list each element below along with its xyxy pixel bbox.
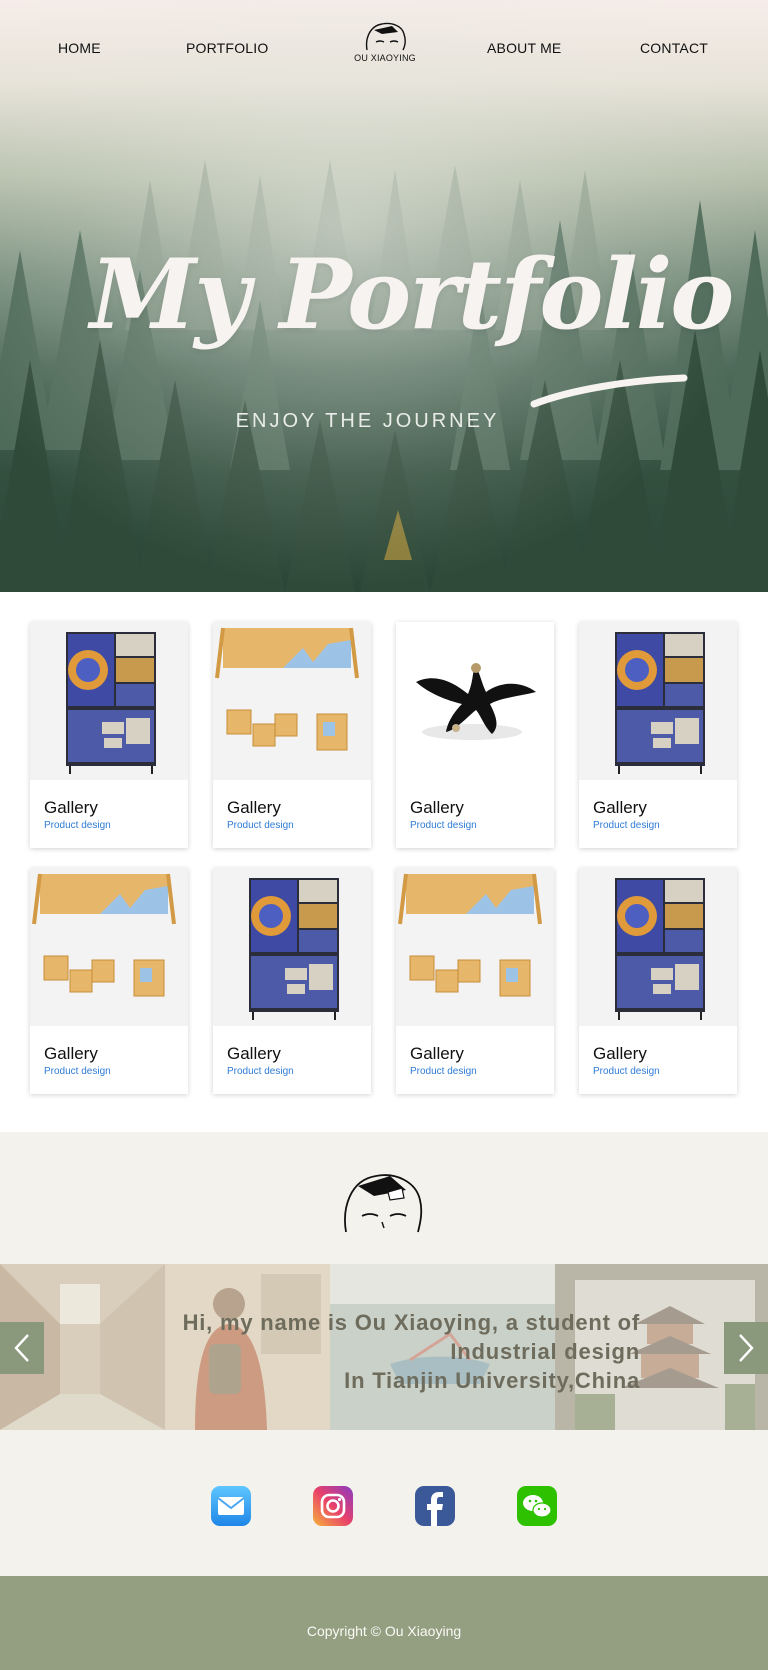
card-subtitle[interactable]: Product design — [227, 820, 294, 831]
instagram-icon[interactable] — [313, 1486, 353, 1526]
wechat-icon[interactable] — [517, 1486, 557, 1526]
intro-line: In Tianjin University,China — [344, 1368, 640, 1393]
gallery-card[interactable]: Gallery Product design — [396, 622, 554, 848]
face-sketch-icon — [365, 22, 406, 51]
gallery-card[interactable]: Gallery Product design — [30, 622, 188, 848]
slider-prev-button[interactable] — [0, 1322, 44, 1374]
nav-about-me[interactable]: ABOUT ME — [487, 40, 561, 56]
card-subtitle[interactable]: Product design — [593, 820, 660, 831]
hero-banner: HOME PORTFOLIO ABOUT ME CONTACT OU XIAOY… — [0, 0, 768, 592]
cabinet-thumbnail — [579, 622, 737, 780]
card-title: Gallery — [410, 1044, 464, 1063]
social-links — [0, 1486, 768, 1530]
card-title: Gallery — [227, 798, 281, 817]
shelf-thumbnail — [30, 868, 188, 1026]
gallery-card[interactable]: Gallery Product design — [213, 868, 371, 1094]
card-title: Gallery — [410, 798, 464, 817]
card-subtitle[interactable]: Product design — [44, 1066, 111, 1077]
card-title: Gallery — [227, 1044, 281, 1063]
shelf-thumbnail — [396, 868, 554, 1026]
gallery-card[interactable]: Gallery Product design — [579, 868, 737, 1094]
card-title: Gallery — [593, 798, 647, 817]
facebook-icon[interactable] — [415, 1486, 455, 1526]
copyright-text: Copyright © Ou Xiaoying — [306, 1623, 462, 1639]
card-subtitle[interactable]: Product design — [410, 820, 477, 831]
sculpture-thumbnail — [396, 622, 554, 780]
avatar-sketch-icon — [344, 1174, 423, 1233]
nav-home[interactable]: HOME — [58, 40, 101, 56]
brush-swoosh-decoration — [530, 374, 688, 408]
card-title: Gallery — [44, 1044, 98, 1063]
gallery-card[interactable]: Gallery Product design — [579, 622, 737, 848]
card-title: Gallery — [593, 1044, 647, 1063]
card-title: Gallery — [44, 798, 98, 817]
cabinet-thumbnail — [579, 868, 737, 1026]
cabinet-thumbnail — [30, 622, 188, 780]
intro-line: Hi, my name is Ou Xiaoying, a student of — [182, 1310, 640, 1335]
chevron-right-icon — [739, 1334, 754, 1362]
brand-logo[interactable]: OU XIAOYING — [350, 20, 420, 68]
gallery-card[interactable]: Gallery Product design — [213, 622, 371, 848]
footer: Copyright © Ou Xiaoying — [0, 1576, 768, 1670]
card-subtitle[interactable]: Product design — [227, 1066, 294, 1077]
slider-next-button[interactable] — [724, 1322, 768, 1374]
nav-portfolio[interactable]: PORTFOLIO — [186, 40, 268, 56]
cabinet-thumbnail — [213, 868, 371, 1026]
card-subtitle[interactable]: Product design — [410, 1066, 477, 1077]
gallery-card[interactable]: Gallery Product design — [396, 868, 554, 1094]
mail-icon[interactable] — [211, 1486, 251, 1526]
card-subtitle[interactable]: Product design — [593, 1066, 660, 1077]
intro-slider: Hi, my name is Ou Xiaoying, a student of… — [0, 1264, 768, 1430]
hero-title: My Portfolio — [90, 238, 734, 351]
gallery-card[interactable]: Gallery Product design — [30, 868, 188, 1094]
about-section: Hi, my name is Ou Xiaoying, a student of… — [0, 1132, 768, 1576]
nav-contact[interactable]: CONTACT — [640, 40, 708, 56]
gallery-section: Gallery Product design Gallery Product d… — [0, 592, 768, 1132]
chevron-left-icon — [14, 1334, 29, 1362]
card-subtitle[interactable]: Product design — [44, 820, 111, 831]
shelf-thumbnail — [213, 622, 371, 780]
hero-subtitle: ENJOY THE JOURNEY — [235, 410, 500, 432]
intro-line: Industrial design — [450, 1339, 640, 1364]
intro-text: Hi, my name is Ou Xiaoying, a student of… — [183, 1308, 640, 1395]
brand-name: OU XIAOYING — [354, 53, 416, 63]
